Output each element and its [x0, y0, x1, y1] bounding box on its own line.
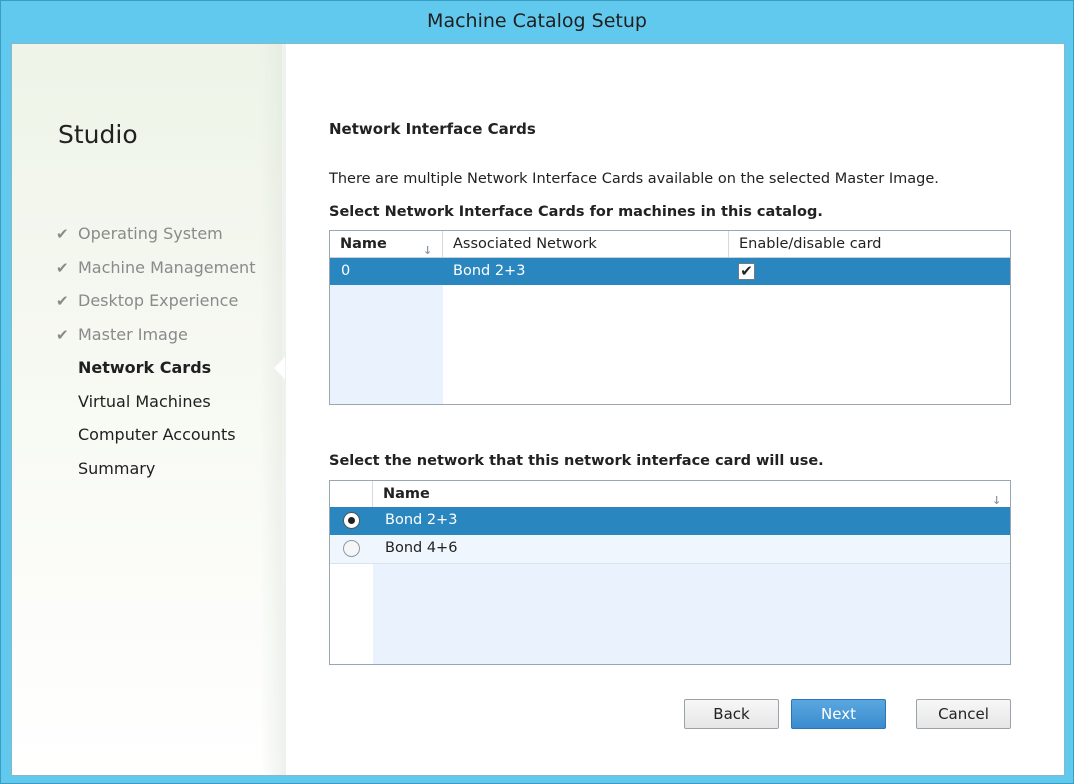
step-machine-management: ✔ Machine Management [56, 256, 255, 290]
table-row[interactable]: Bond 2+3 [330, 507, 1010, 535]
step-summary: Summary [56, 457, 255, 491]
back-button[interactable]: Back [684, 699, 779, 729]
step-label: Computer Accounts [78, 425, 236, 444]
sidebar-divider [260, 44, 286, 775]
window-title: Machine Catalog Setup [427, 10, 647, 32]
step-label: Network Cards [78, 358, 212, 377]
wizard-steps: ✔ Operating System ✔ Machine Management … [56, 222, 255, 490]
checkmark-icon: ✔ [56, 325, 69, 344]
step-label: Desktop Experience [78, 291, 239, 310]
sidebar: Studio ✔ Operating System ✔ Machine Mana… [12, 44, 282, 775]
nic-table: Name ↓ Associated Network Enable/disable… [329, 230, 1011, 405]
cancel-button[interactable]: Cancel [916, 699, 1011, 729]
nic-name-cell: 0 [341, 263, 351, 279]
network-radio[interactable] [343, 540, 360, 557]
brand-title: Studio [58, 120, 138, 149]
nic-network-cell: Bond 2+3 [453, 263, 526, 279]
column-header-name[interactable]: Name ↓ [373, 481, 1010, 507]
step-operating-system: ✔ Operating System [56, 222, 255, 256]
column-header-label: Associated Network [453, 236, 597, 252]
row-divider [330, 563, 1010, 564]
step-master-image: ✔ Master Image [56, 323, 255, 357]
next-button[interactable]: Next [791, 699, 886, 729]
checkmark-icon: ✔ [56, 258, 69, 277]
active-step-pointer [274, 357, 285, 379]
column-header-associated-network[interactable]: Associated Network [443, 231, 729, 257]
step-network-cards: Network Cards [56, 356, 255, 390]
column-header-label: Name [383, 486, 430, 502]
step-computer-accounts: Computer Accounts [56, 423, 255, 457]
network-table-prompt: Select the network that this network int… [329, 453, 824, 469]
column-header-enable-card[interactable]: Enable/disable card [729, 231, 1010, 257]
step-label: Master Image [78, 324, 188, 344]
nic-table-prompt: Select Network Interface Cards for machi… [329, 204, 823, 220]
table-row[interactable]: Bond 4+6 [330, 535, 1010, 563]
page-title: Network Interface Cards [329, 120, 536, 138]
enable-card-checkbox[interactable]: ✔ [738, 263, 755, 280]
column-header-label: Enable/disable card [739, 236, 882, 252]
step-virtual-machines: Virtual Machines [56, 390, 255, 424]
step-label: Virtual Machines [78, 391, 211, 411]
network-table-header: Name ↓ [330, 481, 1010, 508]
nic-table-header: Name ↓ Associated Network Enable/disable… [330, 231, 1010, 258]
network-radio-selected[interactable] [343, 512, 360, 529]
network-name-cell: Bond 4+6 [385, 540, 458, 556]
column-header-name[interactable]: Name ↓ [330, 231, 443, 257]
checkmark-icon: ✔ [56, 292, 69, 310]
wizard-client-area: Studio ✔ Operating System ✔ Machine Mana… [11, 43, 1065, 776]
network-table: Name ↓ Bond 2+3 Bond 4+6 [329, 480, 1011, 665]
column-header-label: Name [340, 236, 387, 252]
step-label: Summary [78, 458, 156, 478]
main-content: Network Interface Cards There are multip… [329, 44, 1019, 775]
app-window: Machine Catalog Setup Studio ✔ Operating… [0, 0, 1074, 784]
table-row[interactable]: 0 Bond 2+3 ✔ [330, 258, 1010, 285]
step-desktop-experience: ✔ Desktop Experience [56, 289, 255, 323]
network-name-cell: Bond 2+3 [385, 512, 458, 528]
page-description: There are multiple Network Interface Car… [329, 171, 939, 187]
checkmark-icon: ✔ [56, 225, 69, 243]
step-label: Operating System [78, 224, 223, 243]
step-label: Machine Management [78, 257, 256, 277]
radio-column-header [330, 481, 373, 507]
